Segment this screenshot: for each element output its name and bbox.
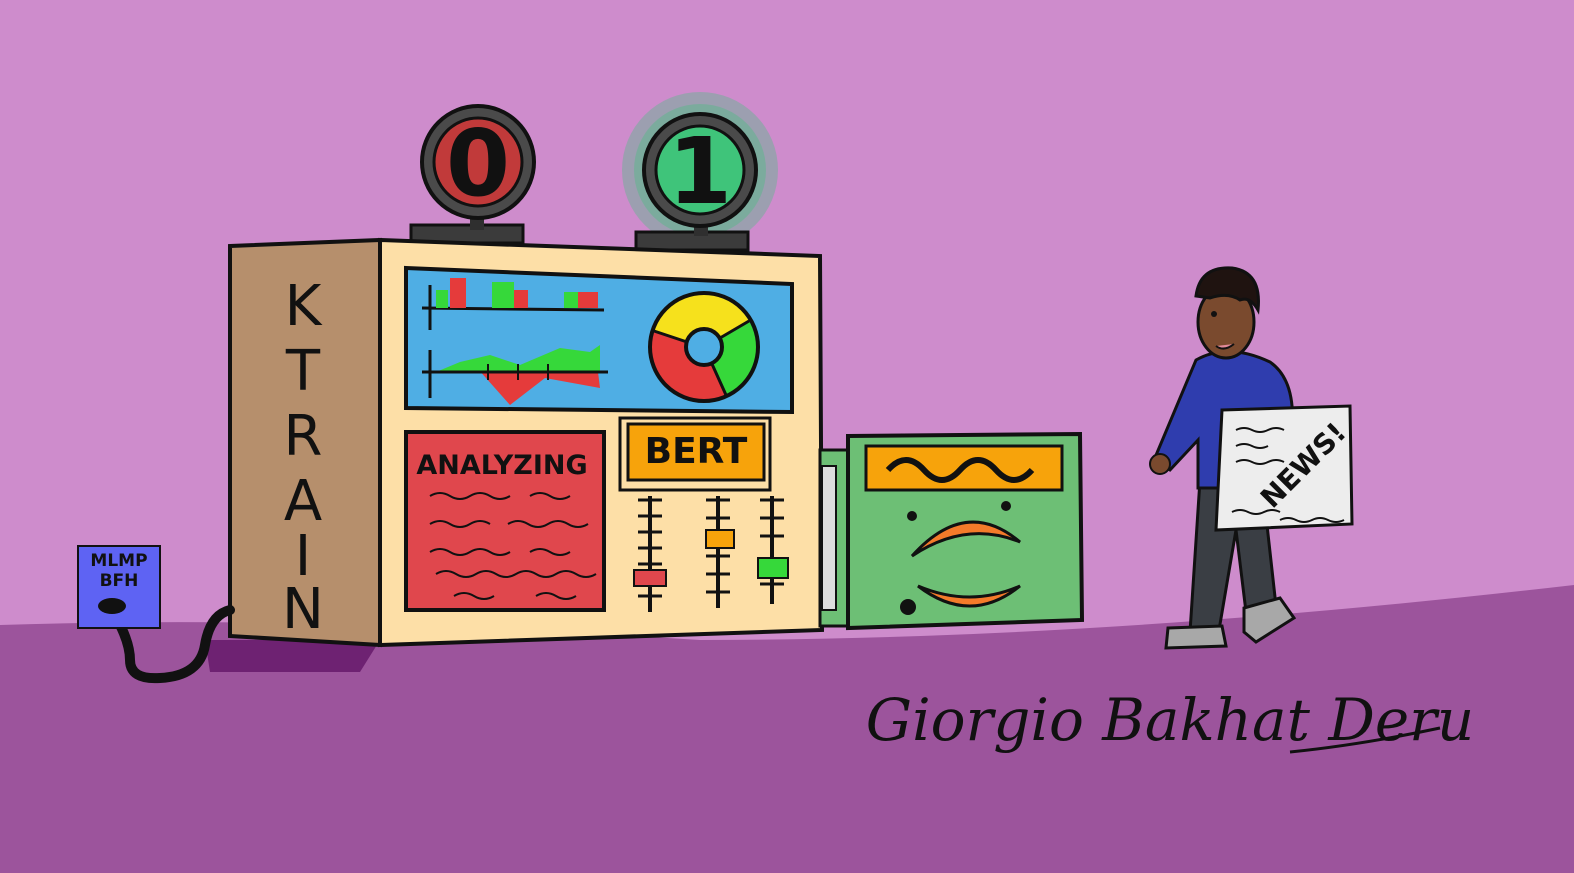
side-letter-t: T	[285, 339, 321, 404]
dashboard-screen	[404, 265, 794, 415]
status-light-zero: 0	[409, 104, 536, 245]
machine-front: ANALYZING BERT	[378, 237, 825, 648]
donut-gauge	[648, 291, 760, 403]
news-sign: NEWS!	[1214, 404, 1354, 532]
bar	[450, 278, 466, 308]
analyzing-panel: ANALYZING	[404, 430, 606, 612]
side-letter-k: K	[285, 274, 323, 339]
model-label: BERT	[645, 431, 748, 472]
light-zero-digit: 0	[446, 110, 510, 217]
bar	[436, 290, 448, 308]
machine-side: K T R A I N	[228, 237, 382, 648]
model-badge: BERT	[618, 416, 772, 492]
bar	[492, 282, 514, 308]
light-one-digit: 1	[668, 118, 732, 225]
slider-knob-orange	[705, 529, 735, 549]
side-letter-n: N	[282, 577, 324, 642]
bar	[578, 292, 598, 308]
side-letter-r: R	[284, 404, 323, 469]
slider-knob-green	[757, 557, 789, 579]
artist-signature: Giorgio Bakhat Deru	[866, 686, 1475, 754]
side-module	[818, 431, 1085, 631]
bar	[514, 290, 528, 308]
slider-knob-red	[633, 569, 667, 587]
outlet-label-line1: MLMP	[90, 551, 147, 571]
power-outlet: MLMP BFH	[77, 545, 161, 629]
bar	[564, 292, 578, 308]
outlet-label-line2: BFH	[100, 571, 139, 591]
illustration: 0 1 K T R A I N ANALYZING BERT MLMP BFH …	[0, 92, 1574, 873]
status-light-one: 1	[622, 92, 778, 252]
analyzing-label: ANALYZING	[416, 450, 587, 481]
